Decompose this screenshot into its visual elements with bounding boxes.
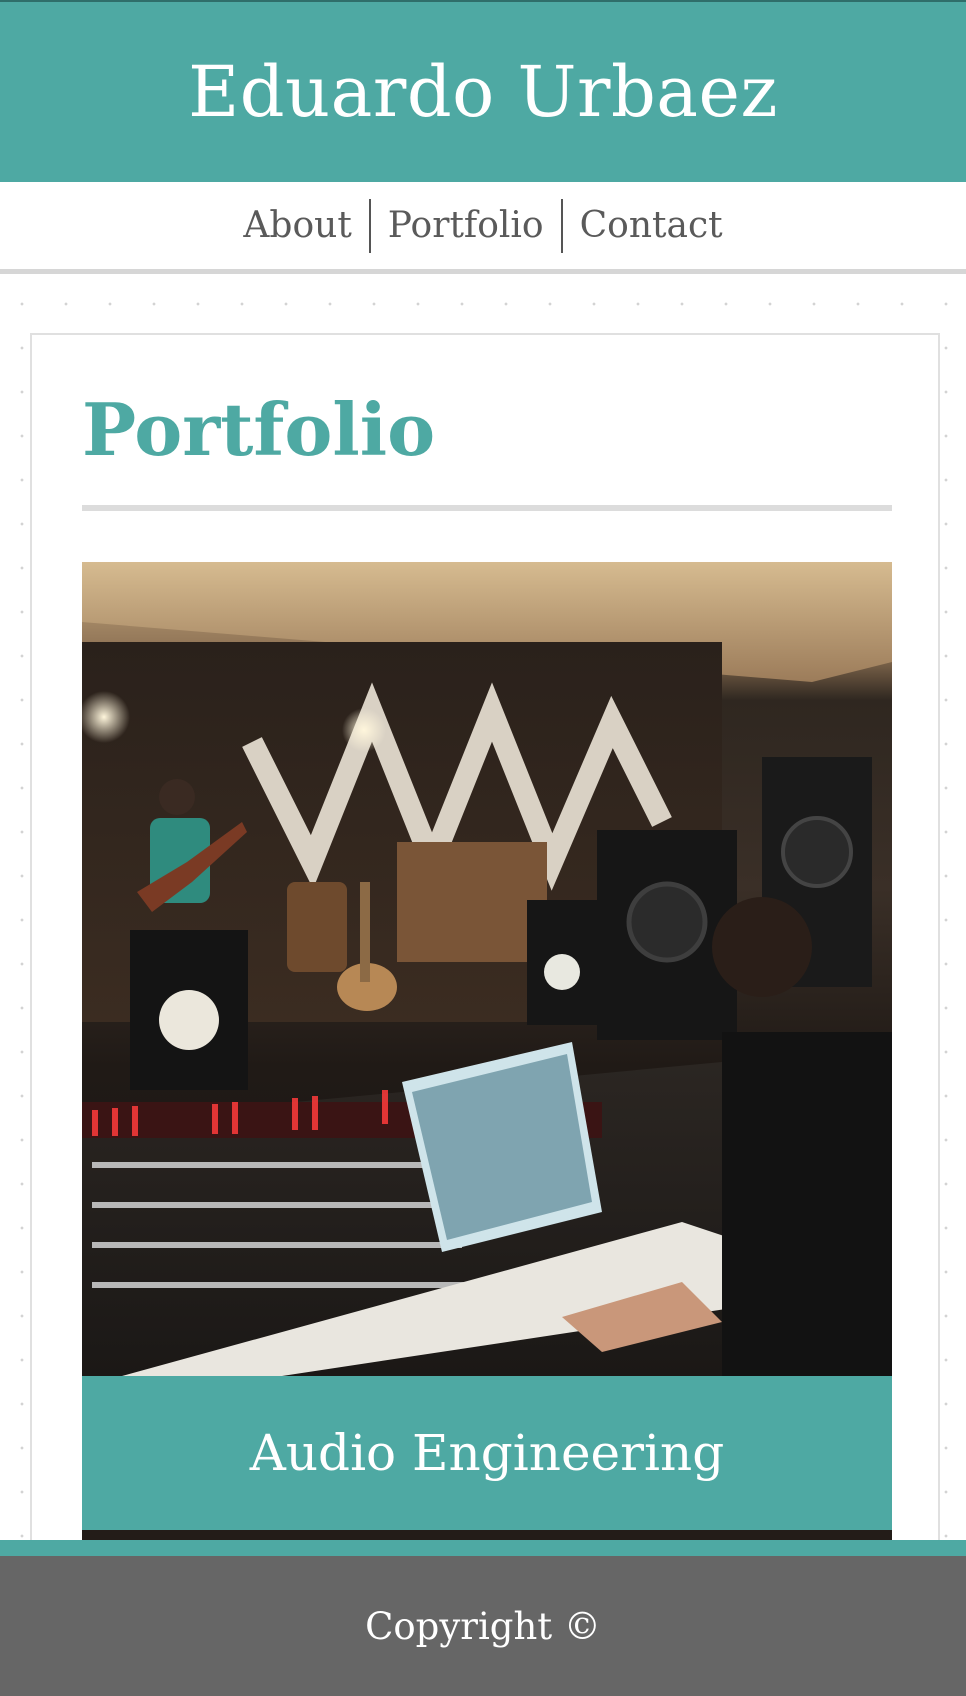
- title-divider: [82, 505, 892, 511]
- portfolio-image[interactable]: [82, 562, 892, 1376]
- portfolio-item-audio-engineering[interactable]: Audio Engineering: [82, 562, 892, 1550]
- studio-photo: [82, 562, 892, 1376]
- portfolio-caption-text: Audio Engineering: [249, 1424, 725, 1482]
- page-title: Portfolio: [82, 387, 436, 472]
- main-nav: About Portfolio Contact: [0, 182, 966, 274]
- copyright-text: Copyright ©: [365, 1604, 601, 1648]
- site-title[interactable]: Eduardo Urbaez: [188, 51, 778, 133]
- portfolio-caption[interactable]: Audio Engineering: [82, 1376, 892, 1530]
- nav-item-about[interactable]: About: [226, 199, 368, 253]
- nav-item-portfolio[interactable]: Portfolio: [368, 198, 561, 253]
- nav-item-contact[interactable]: Contact: [560, 198, 740, 253]
- site-header: Eduardo Urbaez: [0, 0, 966, 182]
- content-card: Portfolio Audio Engineering: [30, 333, 940, 1696]
- page: Eduardo Urbaez About Portfolio Contact P…: [0, 0, 966, 1696]
- site-footer: Copyright ©: [0, 1540, 966, 1696]
